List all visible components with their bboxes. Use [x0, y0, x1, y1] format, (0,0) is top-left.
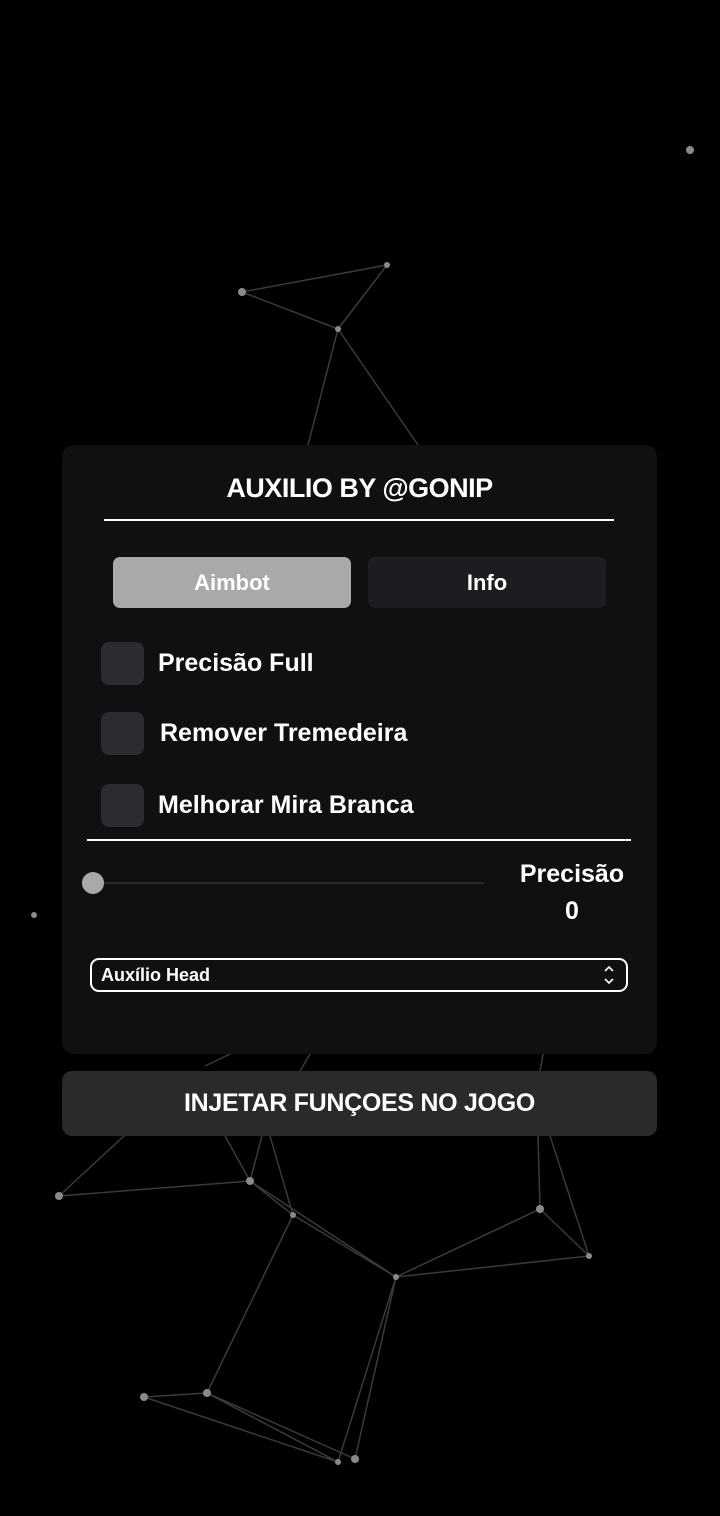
tab-info[interactable]: Info — [368, 557, 606, 608]
option-label: Remover Tremedeira — [160, 718, 408, 747]
option-label: Precisão Full — [158, 648, 314, 677]
option-remover-tremedeira[interactable]: Remover Tremedeira — [101, 711, 407, 755]
inject-functions-button[interactable]: INJETAR FUNÇOES NO JOGO — [62, 1071, 657, 1136]
precisao-full-checkbox[interactable] — [101, 641, 144, 685]
option-label: Melhorar Mira Branca — [158, 790, 414, 819]
up-down-chevron-icon — [604, 965, 614, 985]
options-divider — [87, 839, 631, 841]
mod-menu-panel: AUXILIO BY @GONIP Aimbot Info Precisão F… — [62, 445, 657, 1054]
tab-aimbot[interactable]: Aimbot — [113, 557, 351, 608]
remover-tremedeira-checkbox[interactable] — [101, 711, 144, 755]
melhorar-mira-branca-checkbox[interactable] — [101, 783, 144, 827]
panel-title: AUXILIO BY @GONIP — [226, 473, 493, 503]
precisao-slider-thumb[interactable] — [82, 872, 104, 894]
precisao-slider-track[interactable] — [92, 882, 484, 884]
option-melhorar-mira-branca[interactable]: Melhorar Mira Branca — [101, 783, 414, 827]
select-value: Auxílio Head — [101, 964, 211, 985]
auxilio-select[interactable]: Auxílio Head — [90, 958, 628, 992]
slider-value: 0 — [565, 897, 579, 925]
option-precisao-full[interactable]: Precisão Full — [101, 641, 314, 685]
title-divider — [104, 519, 614, 521]
slider-label: Precisão — [519, 860, 625, 888]
